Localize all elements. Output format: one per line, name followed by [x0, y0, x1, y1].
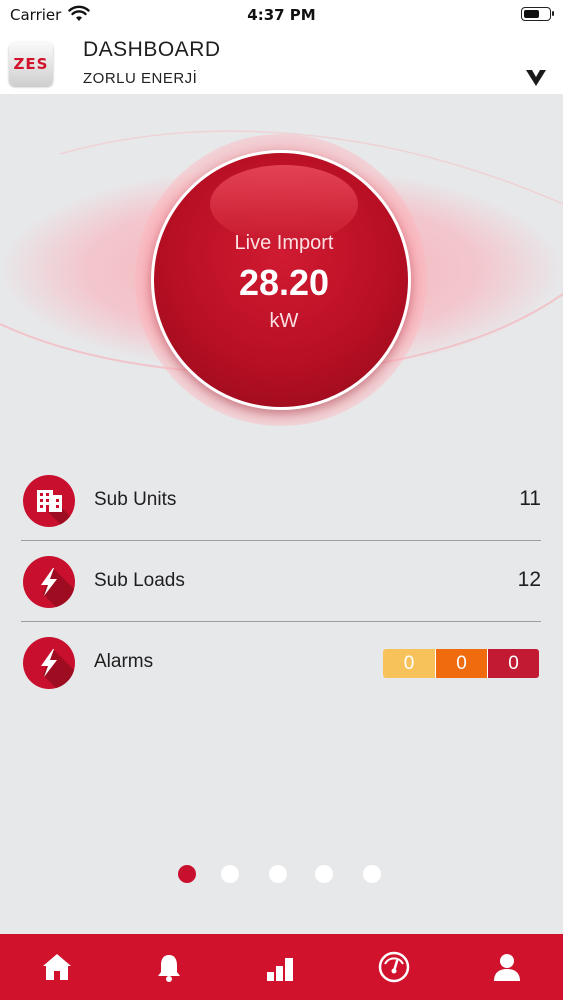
live-import-gauge: Live Import 28.20 kW [135, 134, 427, 426]
chevron-down-icon[interactable] [525, 68, 547, 88]
home-icon [43, 954, 71, 980]
app-header: ZES DASHBOARD ZORLU ENERJİ [0, 30, 563, 94]
alarm-low-badge[interactable]: 0 [383, 649, 435, 678]
sub-units-label: Sub Units [94, 489, 177, 510]
page-title: DASHBOARD [83, 38, 221, 61]
lightning-icon [23, 556, 75, 608]
list-item-alarms[interactable]: Alarms 0 0 0 [21, 622, 541, 703]
gauge-value: 28.20 [238, 262, 330, 303]
lightning-icon [23, 637, 75, 689]
page-dot-2[interactable] [221, 865, 239, 883]
company-logo: ZES [9, 42, 53, 86]
sub-units-count: 11 [519, 487, 541, 510]
gauge-unit: kW [269, 310, 299, 332]
tab-reports[interactable] [264, 950, 298, 984]
company-name: ZORLU ENERJİ [83, 70, 198, 87]
alarm-counts: 0 0 0 [383, 649, 539, 678]
alarms-label: Alarms [94, 651, 154, 672]
list-item-sub-loads[interactable]: Sub Loads 12 [21, 541, 541, 622]
gauge-icon [378, 951, 410, 983]
sub-loads-count: 12 [517, 568, 541, 591]
bell-icon [158, 955, 180, 982]
building-icon [23, 475, 75, 527]
page-dot-5[interactable] [363, 865, 381, 883]
gauge-label: Live Import [234, 232, 334, 254]
summary-list: Sub Units 11 Sub Loads 12 Alarms 0 0 0 [21, 460, 541, 703]
battery-icon [521, 7, 554, 21]
hero-area: Live Import 28.20 kW [0, 94, 563, 439]
tab-home[interactable] [40, 950, 74, 984]
page-dot-4[interactable] [315, 865, 333, 883]
list-item-sub-units[interactable]: Sub Units 11 [21, 460, 541, 541]
page-dot-3[interactable] [269, 865, 287, 883]
alarm-medium-badge[interactable]: 0 [435, 649, 487, 678]
tab-bar [0, 934, 563, 1000]
bar-chart-icon [267, 958, 293, 981]
status-time: 4:37 PM [247, 6, 316, 24]
status-bar: Carrier 4:37 PM [0, 0, 563, 30]
alarm-high-badge[interactable]: 0 [487, 649, 539, 678]
tab-alarms[interactable] [152, 950, 186, 984]
sub-loads-label: Sub Loads [94, 570, 185, 591]
page-dot-1[interactable] [178, 865, 196, 883]
tab-profile[interactable] [490, 950, 524, 984]
user-icon [494, 954, 520, 981]
tab-gauge[interactable] [377, 950, 411, 984]
